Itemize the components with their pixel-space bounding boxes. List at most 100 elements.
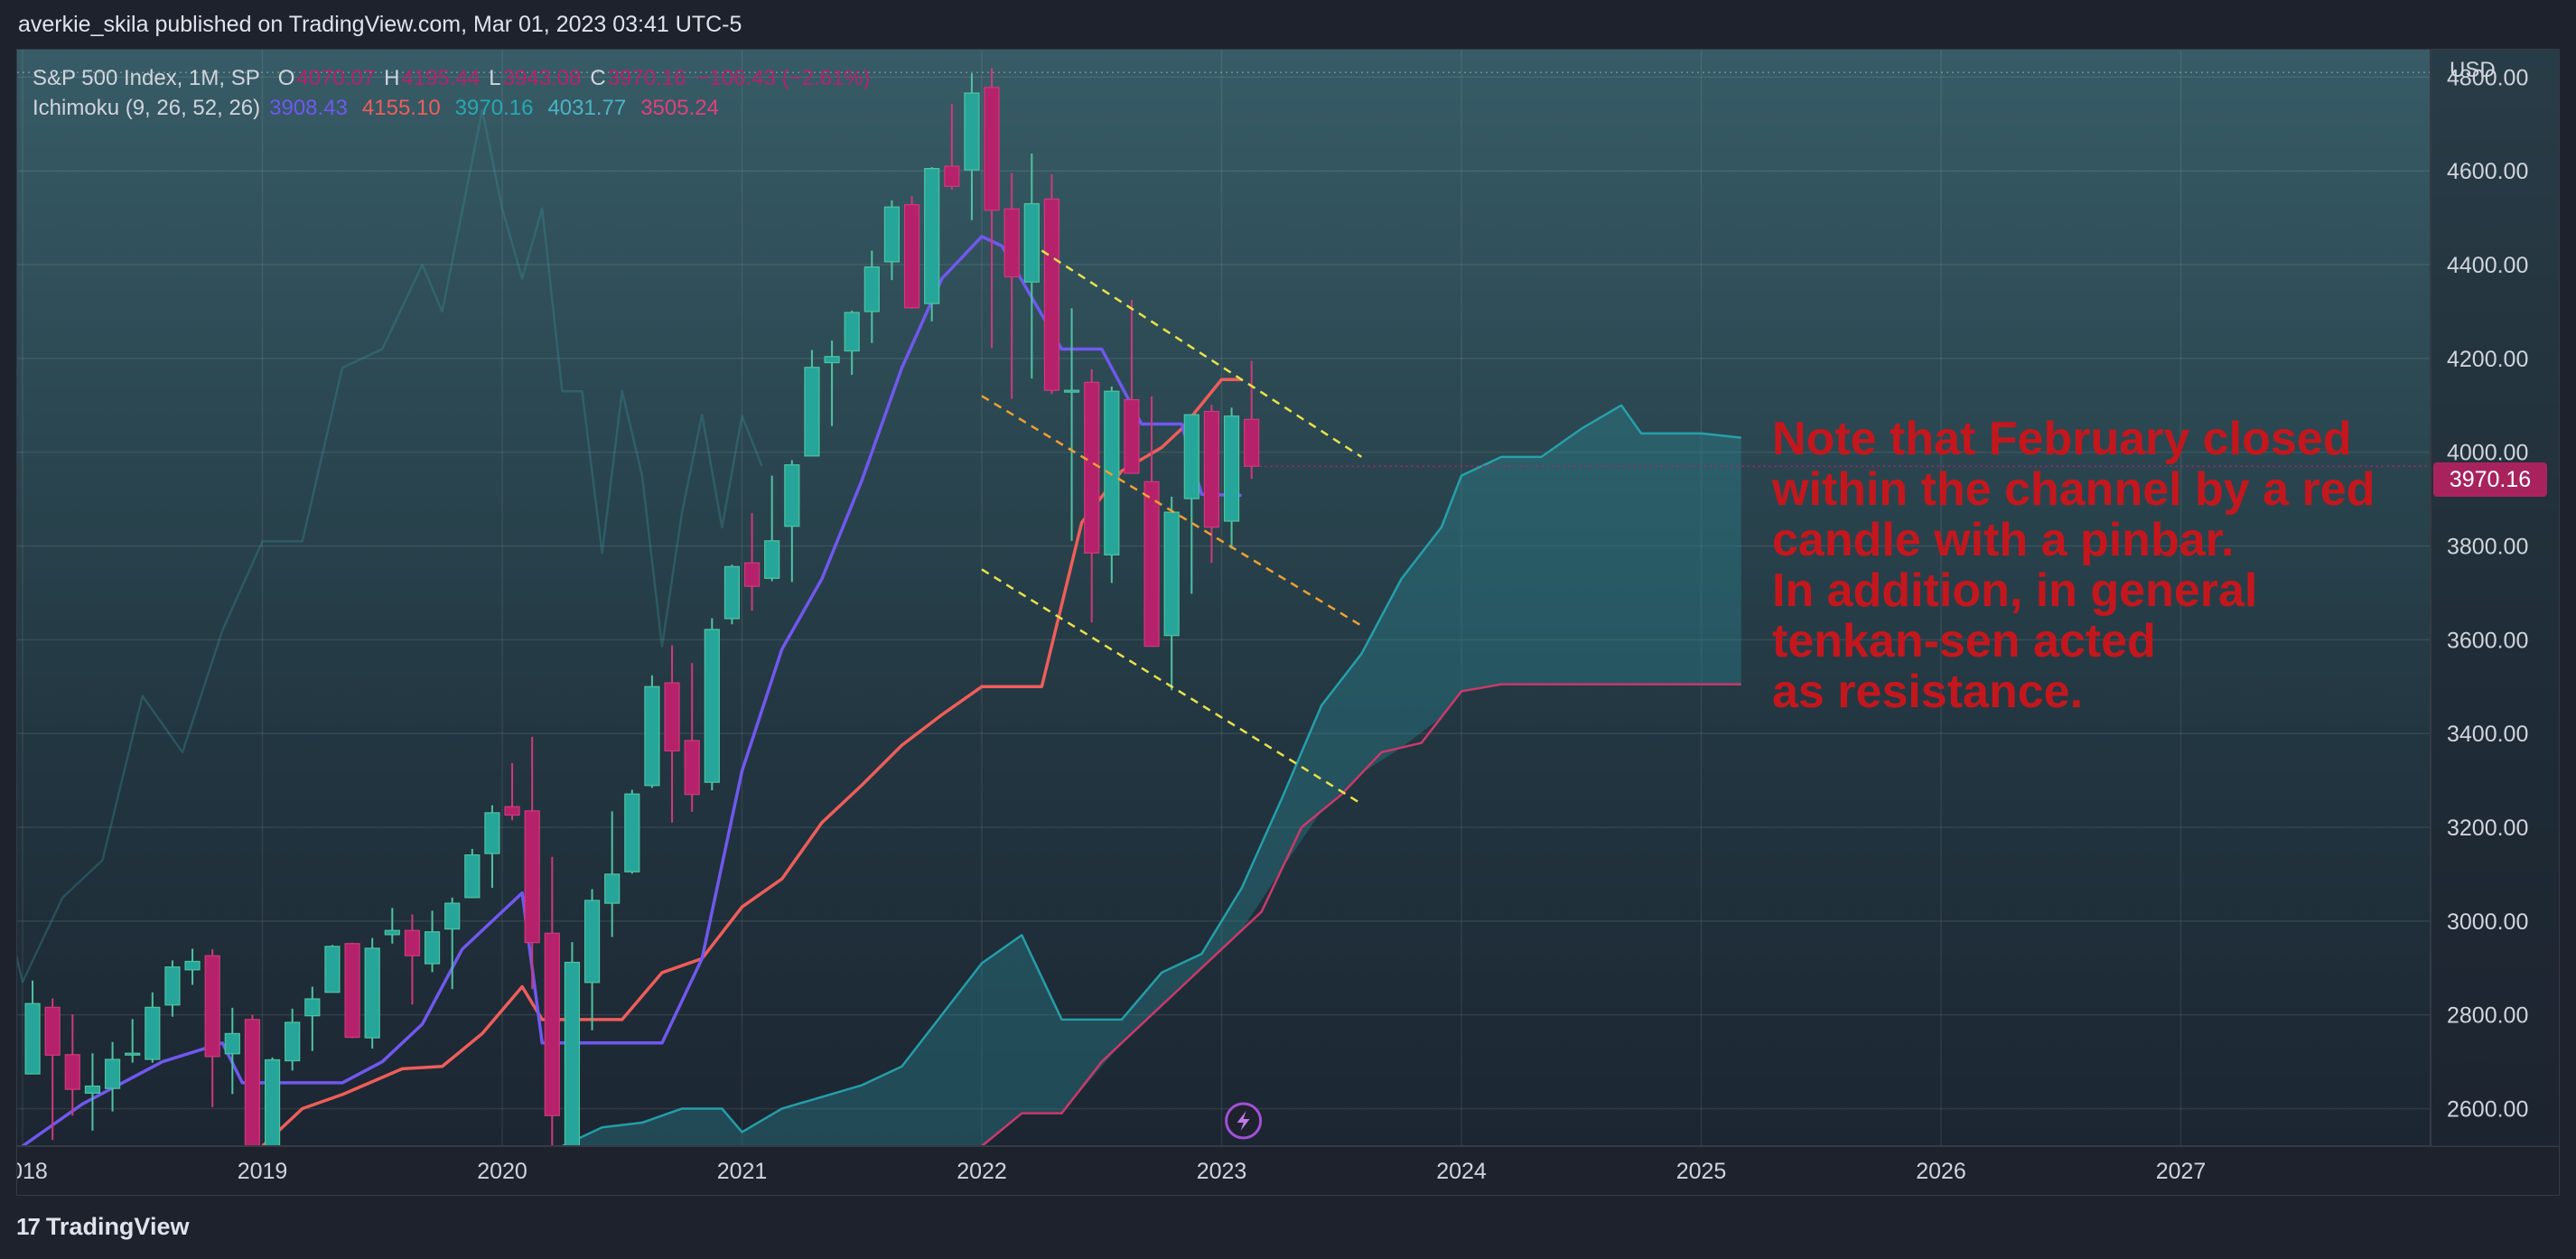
candle-body [1143, 480, 1160, 648]
candle-body [1063, 389, 1080, 393]
time-tick-label: 2020 [477, 1159, 527, 1184]
candle-body [164, 966, 181, 1006]
tradingview-logo-icon: 17 [16, 1212, 41, 1240]
candle-body [1203, 410, 1220, 528]
candle-body [1023, 202, 1040, 283]
price-tick-label: 4600.00 [2447, 159, 2528, 184]
price-tick-label: 3800.00 [2447, 535, 2528, 560]
price-tick-label: 3000.00 [2447, 909, 2528, 935]
candle-body [244, 1019, 261, 1153]
close-label: C [590, 66, 606, 90]
candle-body [84, 1085, 101, 1094]
time-tick-label: 2025 [1676, 1159, 1727, 1184]
time-tick-label: 2018 [17, 1159, 48, 1184]
candle-body [1163, 511, 1180, 637]
candle-body [524, 810, 540, 944]
open-value: 4070.07 [296, 66, 376, 90]
candle-body [464, 854, 481, 899]
candle-body [903, 203, 920, 309]
ohlc-legend-row: S&P 500 Index, 1M, SP O 4070.07 H 4195.44 … [33, 63, 871, 93]
lightning-icon[interactable] [1225, 1102, 1263, 1140]
candle-body [984, 87, 1000, 211]
candle-body [844, 312, 860, 352]
candle-body [704, 629, 720, 783]
publisher-text: averkie_skila published on TradingView.c… [18, 11, 742, 37]
low-label: L [489, 66, 501, 90]
symbol-label[interactable]: S&P 500 Index, 1M, SP [33, 63, 260, 93]
ichimoku-kijun-value: 4155.10 [361, 96, 441, 120]
candle-body [504, 806, 520, 816]
ichimoku-span-b-value: 3505.24 [640, 96, 719, 120]
candle-body [1183, 414, 1199, 499]
price-tick-label: 2800.00 [2447, 1003, 2528, 1029]
candle-body [964, 92, 980, 171]
candle-body [1244, 418, 1260, 467]
time-tick-label: 2019 [238, 1159, 288, 1184]
candle-body [924, 168, 940, 304]
candle-body [723, 565, 741, 620]
candle-body [304, 998, 321, 1017]
candle-body [664, 682, 680, 751]
candle-body [24, 1003, 41, 1075]
candle-body [184, 960, 201, 971]
candle-body [764, 540, 780, 579]
open-label: O [277, 66, 295, 90]
tradingview-footer[interactable]: 17 TradingView [16, 1208, 189, 1245]
change-value: −106.43 (−2.61%) [696, 66, 871, 90]
chart-annotation-text: Note that February closed within the cha… [1772, 413, 2375, 718]
time-tick-label: 2024 [1436, 1159, 1487, 1184]
candle-body [484, 812, 500, 854]
candle-body [544, 932, 560, 1116]
time-tick-label: 2027 [2156, 1159, 2207, 1184]
publisher-header: averkie_skila published on TradingView.c… [0, 0, 2576, 49]
candle-body [125, 1052, 141, 1056]
candle-body [883, 206, 901, 263]
candle-body [1104, 390, 1120, 555]
chart-legend: S&P 500 Index, 1M, SP O 4070.07 H 4195.44 … [33, 63, 871, 123]
price-tick-label: 4200.00 [2447, 347, 2528, 372]
ichimoku-tenkan-value: 3908.43 [269, 96, 348, 120]
candle-body [1084, 381, 1100, 554]
candle-body [804, 367, 820, 457]
candle-body [784, 464, 800, 527]
high-label: H [384, 66, 400, 90]
candle-body [624, 793, 640, 872]
low-value: 3943.08 [502, 66, 582, 90]
time-tick-label: 2022 [957, 1159, 1007, 1184]
close-value: 3970.16 [607, 66, 686, 90]
candle-body [1223, 415, 1240, 522]
candle-body [384, 929, 400, 936]
time-tick-label: 2021 [717, 1159, 768, 1184]
candle-body [444, 902, 461, 930]
candle-body [285, 1021, 301, 1062]
ichimoku-label[interactable]: Ichimoku (9, 26, 52, 26) [33, 93, 260, 123]
ichimoku-span-a-value: 4031.77 [547, 96, 627, 120]
price-tick-label: 3200.00 [2447, 816, 2528, 841]
time-tick-label: 2026 [1916, 1159, 1966, 1184]
price-axis-area [2431, 50, 2559, 1146]
candle-body [344, 943, 360, 1039]
price-tick-label: 4400.00 [2447, 253, 2528, 278]
candle-body [863, 266, 880, 312]
candle-body [64, 1054, 80, 1090]
currency-label[interactable]: USD [2450, 58, 2496, 83]
current-price-tag: 3970.16 [2433, 462, 2547, 497]
candle-body [1124, 398, 1140, 474]
candle-body [424, 931, 441, 965]
candle-body [743, 562, 761, 587]
candle-body [324, 946, 341, 993]
candle-body [145, 1006, 161, 1060]
candle-body [1043, 198, 1060, 391]
candle-body [364, 947, 380, 1039]
price-tick-label: 3600.00 [2447, 628, 2528, 653]
candle-body [564, 961, 581, 1157]
ichimoku-chikou-value: 3970.16 [454, 96, 534, 120]
candle-body [944, 165, 960, 187]
price-tick-label: 2600.00 [2447, 1096, 2528, 1122]
candle-body [604, 873, 621, 904]
candle-body [684, 740, 700, 796]
high-value: 4195.44 [401, 66, 481, 90]
price-tick-label: 3400.00 [2447, 722, 2528, 747]
candle-body [644, 685, 660, 787]
candle-body [1003, 208, 1020, 278]
